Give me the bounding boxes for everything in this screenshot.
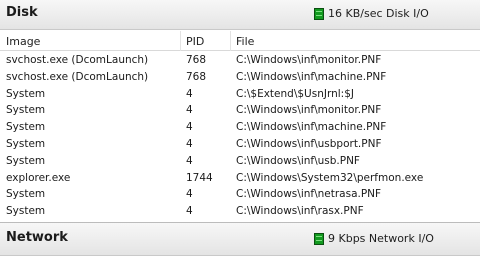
cell-image: System <box>6 104 46 117</box>
cell-file: C:\Windows\inf\monitor.PNF <box>236 104 382 117</box>
activity-led-icon <box>314 232 324 245</box>
network-section-title: Network <box>6 230 68 245</box>
table-row[interactable]: System 4 C:\Windows\inf\machine.PNF <box>0 119 480 136</box>
disk-activity-label: 16 KB/sec Disk I/O <box>328 7 429 20</box>
cell-file: C:\Windows\inf\usbport.PNF <box>236 137 382 150</box>
table-row[interactable]: System 4 C:\Windows\inf\usb.PNF <box>0 153 480 170</box>
cell-pid: 4 <box>186 121 193 134</box>
network-activity-label: 9 Kbps Network I/O <box>328 232 434 245</box>
column-header-file[interactable]: File <box>236 35 254 48</box>
cell-pid: 1744 <box>186 171 213 184</box>
cell-pid: 768 <box>186 54 207 66</box>
cell-file: C:\Windows\inf\machine.PNF <box>236 121 387 134</box>
disk-section-title: Disk <box>6 5 38 20</box>
cell-file: C:\Windows\inf\monitor.PNF <box>236 54 382 66</box>
cell-pid: 4 <box>186 104 193 117</box>
cell-image: svchost.exe (DcomLaunch) <box>6 54 149 66</box>
cell-file: C:\Windows\inf\netrasa.PNF <box>236 188 382 201</box>
table-row[interactable]: System 4 C:\Windows\inf\netrasa.PNF <box>0 186 480 203</box>
cell-image: System <box>6 205 46 218</box>
column-divider[interactable] <box>180 31 181 51</box>
table-row[interactable]: svchost.exe (DcomLaunch) 768 C:\Windows\in… <box>0 52 480 69</box>
cell-image: System <box>6 188 46 201</box>
table-row[interactable]: svchost.exe (DcomLaunch) 768 C:\Windows\in… <box>0 69 480 86</box>
cell-image: svchost.exe (DcomLaunch) <box>6 70 149 83</box>
disk-column-headers: Image PID File <box>0 31 480 51</box>
cell-file: C:\$Extend\$UsnJrnl:$J <box>236 87 354 100</box>
disk-activity-table: svchost.exe (DcomLaunch) 768 C:\Windows\in… <box>0 52 480 222</box>
cell-pid: 4 <box>186 154 193 167</box>
network-section-header[interactable]: Network 9 Kbps Network I/O <box>0 222 480 256</box>
table-row[interactable]: System 4 C:\Windows\inf\monitor.PNF <box>0 102 480 119</box>
column-divider[interactable] <box>230 31 231 51</box>
cell-image: System <box>6 154 46 167</box>
cell-file: C:\Windows\System32\perfmon.exe <box>236 171 424 184</box>
column-header-pid[interactable]: PID <box>186 35 204 48</box>
cell-pid: 4 <box>186 87 193 100</box>
table-row[interactable]: explorer.exe 1744 C:\Windows\System32\perf… <box>0 170 480 187</box>
disk-section-header[interactable]: Disk 16 KB/sec Disk I/O <box>0 0 480 30</box>
cell-image: System <box>6 121 46 134</box>
table-row[interactable]: System 4 C:\$Extend\$UsnJrnl:$J <box>0 86 480 103</box>
cell-image: System <box>6 87 46 100</box>
disk-activity-indicator: 16 KB/sec Disk I/O <box>314 7 429 20</box>
column-header-image[interactable]: Image <box>6 35 40 48</box>
cell-file: C:\Windows\inf\rasx.PNF <box>236 205 364 218</box>
cell-pid: 4 <box>186 205 193 218</box>
network-activity-indicator: 9 Kbps Network I/O <box>314 232 434 245</box>
activity-led-icon <box>314 7 324 20</box>
table-row[interactable]: System 4 C:\Windows\inf\usbport.PNF <box>0 136 480 153</box>
cell-file: C:\Windows\inf\machine.PNF <box>236 70 387 83</box>
cell-image: System <box>6 137 46 150</box>
table-row[interactable]: System 4 C:\Windows\inf\rasx.PNF <box>0 203 480 220</box>
cell-pid: 4 <box>186 188 193 201</box>
cell-image: explorer.exe <box>6 171 71 184</box>
cell-file: C:\Windows\inf\usb.PNF <box>236 154 360 167</box>
cell-pid: 4 <box>186 137 193 150</box>
cell-pid: 768 <box>186 70 207 83</box>
